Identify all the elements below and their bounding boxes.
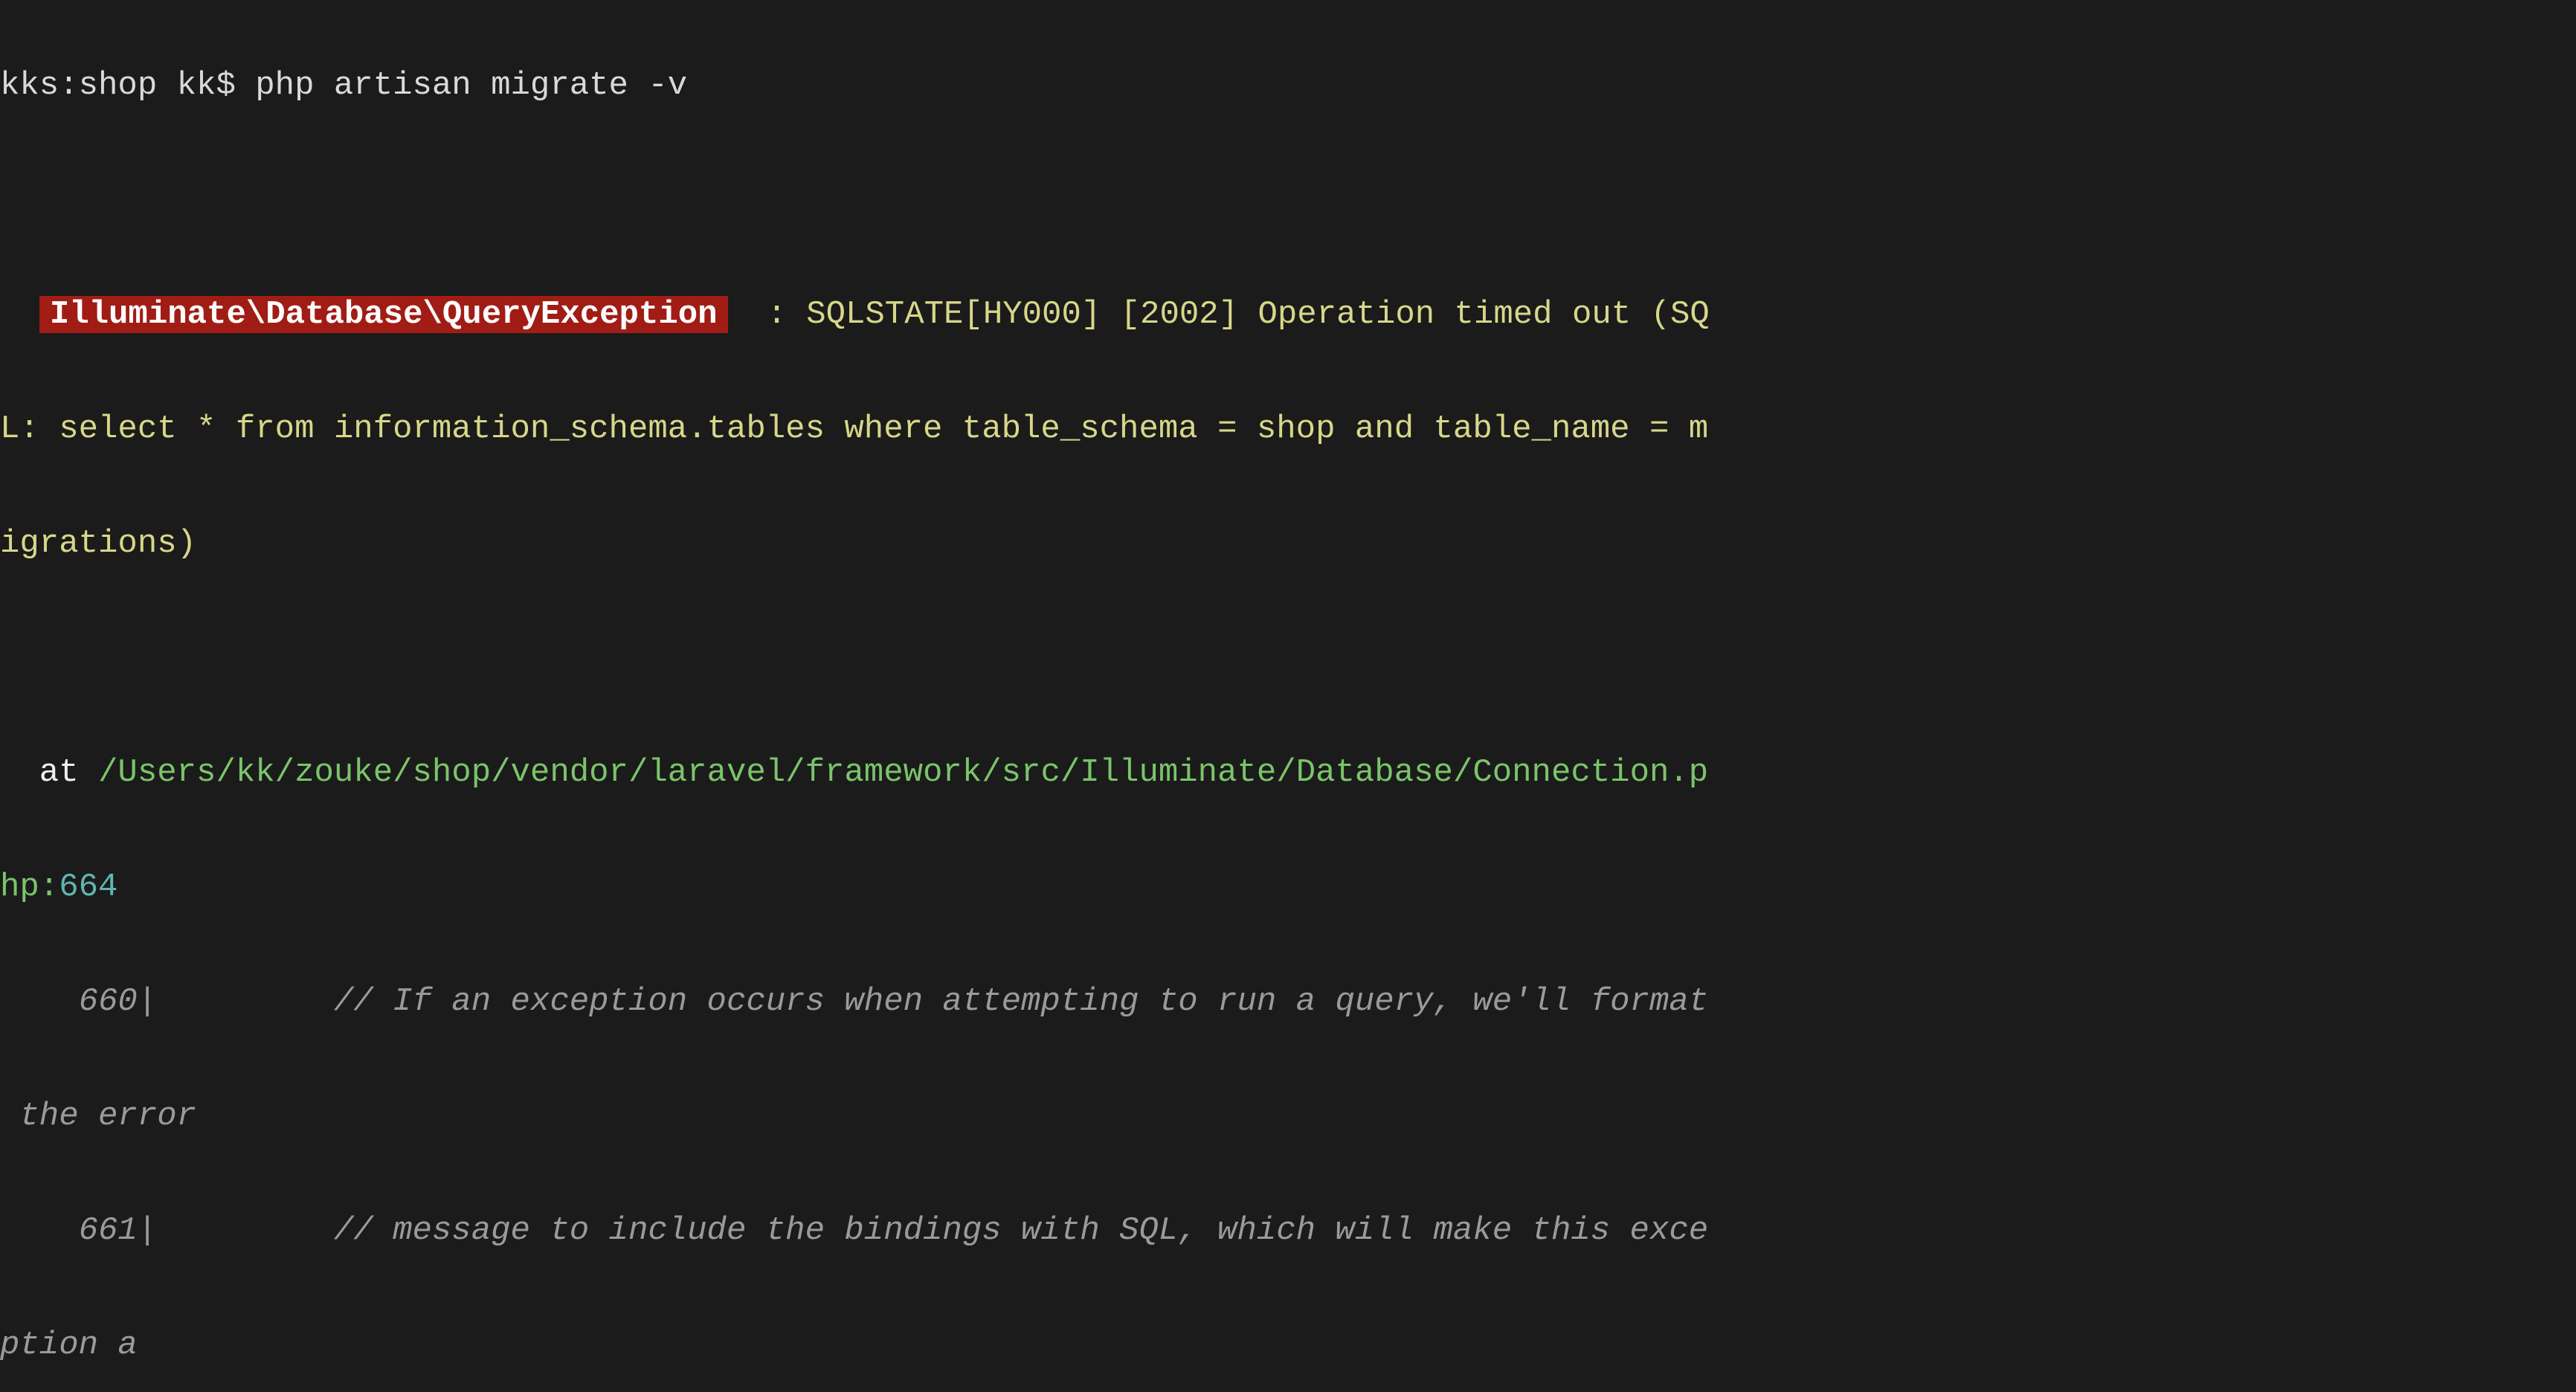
line-number: 664 (59, 869, 117, 906)
blank-line (0, 172, 2576, 229)
colon: : (39, 869, 59, 906)
gutter: 660| (0, 983, 334, 1020)
shell-command: php artisan migrate -v (255, 67, 687, 104)
code-660-wrap: the error (0, 1088, 2576, 1145)
code-661: 661| // message to include the bindings … (0, 1202, 2576, 1260)
exception-sep: : (728, 296, 807, 333)
location-line-1: at /Users/kk/zouke/shop/vendor/laravel/f… (0, 744, 2576, 802)
exception-message-3: igrations) (0, 515, 2576, 573)
terminal-output[interactable]: kks:shop kk$ php artisan migrate -v Illu… (0, 0, 2576, 1392)
file-path-2: hp (0, 869, 39, 906)
prompt-line: kks:shop kk$ php artisan migrate -v (0, 57, 2576, 115)
location-line-2: hp:664 (0, 859, 2576, 916)
exception-header: Illuminate\Database\QueryException : SQL… (0, 286, 2576, 344)
code-661-wrap: ption a (0, 1317, 2576, 1374)
at-label: at (0, 754, 98, 791)
comment: // message to include the bindings with … (334, 1212, 1708, 1249)
file-path-1: /Users/kk/zouke/shop/vendor/laravel/fram… (98, 754, 1708, 791)
code-660: 660| // If an exception occurs when atte… (0, 973, 2576, 1031)
exception-message-2: L: select * from information_schema.tabl… (0, 401, 2576, 458)
exception-class-badge: Illuminate\Database\QueryException (39, 296, 728, 333)
exception-message-1: SQLSTATE[HY000] [2002] Operation timed o… (806, 296, 1710, 333)
blank-line (0, 630, 2576, 687)
pad (0, 296, 39, 333)
shell-prompt: kks:shop kk$ (0, 67, 255, 104)
gutter: 661| (0, 1212, 334, 1249)
comment: // If an exception occurs when attemptin… (334, 983, 1708, 1020)
